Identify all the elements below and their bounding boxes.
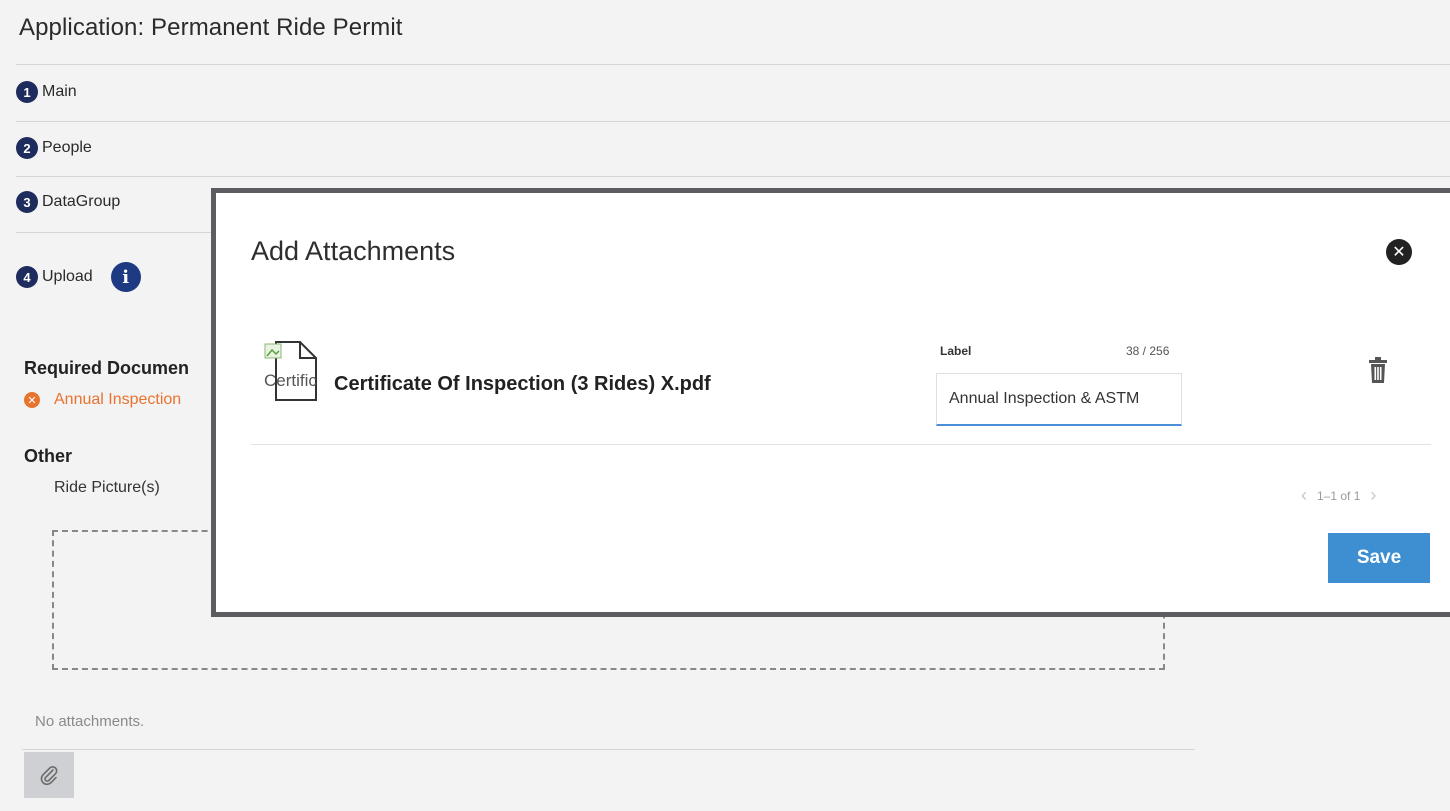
step-label: DataGroup bbox=[42, 193, 121, 210]
attach-button[interactable] bbox=[24, 752, 74, 798]
info-icon[interactable]: i bbox=[110, 262, 141, 292]
paperclip-icon bbox=[40, 766, 58, 786]
divider bbox=[16, 64, 1450, 65]
required-documents-heading: Required Documen bbox=[24, 358, 190, 378]
error-x-icon: ✕ bbox=[24, 392, 40, 408]
modal-title: Add Attachments bbox=[251, 236, 456, 266]
save-button[interactable]: Save bbox=[1328, 533, 1430, 583]
row-divider bbox=[251, 444, 1431, 445]
step-number-badge: 3 bbox=[16, 191, 38, 213]
pagination: ‹ 1–1 of 1 › bbox=[1291, 485, 1386, 506]
divider bbox=[16, 121, 1450, 122]
step-label: Main bbox=[42, 83, 77, 100]
page-title: Application: Permanent Ride Permit bbox=[19, 14, 403, 41]
ride-pictures-label: Ride Picture(s) bbox=[54, 479, 160, 496]
step-datagroup[interactable]: 3 DataGroup bbox=[16, 191, 120, 213]
next-page-icon[interactable]: › bbox=[1370, 485, 1376, 506]
step-label: Upload bbox=[42, 268, 93, 285]
no-attachments-text: No attachments. bbox=[35, 713, 145, 730]
required-document-label: Annual Inspection bbox=[54, 391, 182, 408]
trash-icon[interactable] bbox=[1367, 356, 1389, 384]
step-upload[interactable]: 4 Upload i bbox=[16, 262, 141, 292]
step-number-badge: 4 bbox=[16, 266, 38, 288]
pagination-range: 1–1 of 1 bbox=[1317, 488, 1361, 503]
file-icon-alt-text: Certific bbox=[264, 371, 317, 390]
character-count: 38 / 256 bbox=[1126, 344, 1170, 358]
step-label: People bbox=[42, 139, 92, 156]
step-people[interactable]: 2 People bbox=[16, 137, 92, 159]
step-number-badge: 2 bbox=[16, 137, 38, 159]
required-document-item[interactable]: ✕ Annual Inspection bbox=[24, 391, 181, 409]
label-caption: Label bbox=[940, 344, 972, 358]
other-heading: Other bbox=[24, 446, 73, 466]
divider bbox=[16, 232, 216, 233]
step-main[interactable]: 1 Main bbox=[16, 81, 77, 103]
attachment-file-name: Certificate Of Inspection (3 Rides) X.pd… bbox=[334, 373, 711, 395]
close-icon[interactable]: ✕ bbox=[1386, 239, 1412, 265]
step-number-badge: 1 bbox=[16, 81, 38, 103]
attachment-label-input[interactable] bbox=[936, 373, 1182, 426]
divider bbox=[16, 176, 1450, 177]
prev-page-icon[interactable]: ‹ bbox=[1301, 485, 1307, 506]
divider bbox=[22, 749, 1195, 750]
add-attachments-modal: Add Attachments ✕ Certific Certificate O… bbox=[211, 188, 1450, 617]
